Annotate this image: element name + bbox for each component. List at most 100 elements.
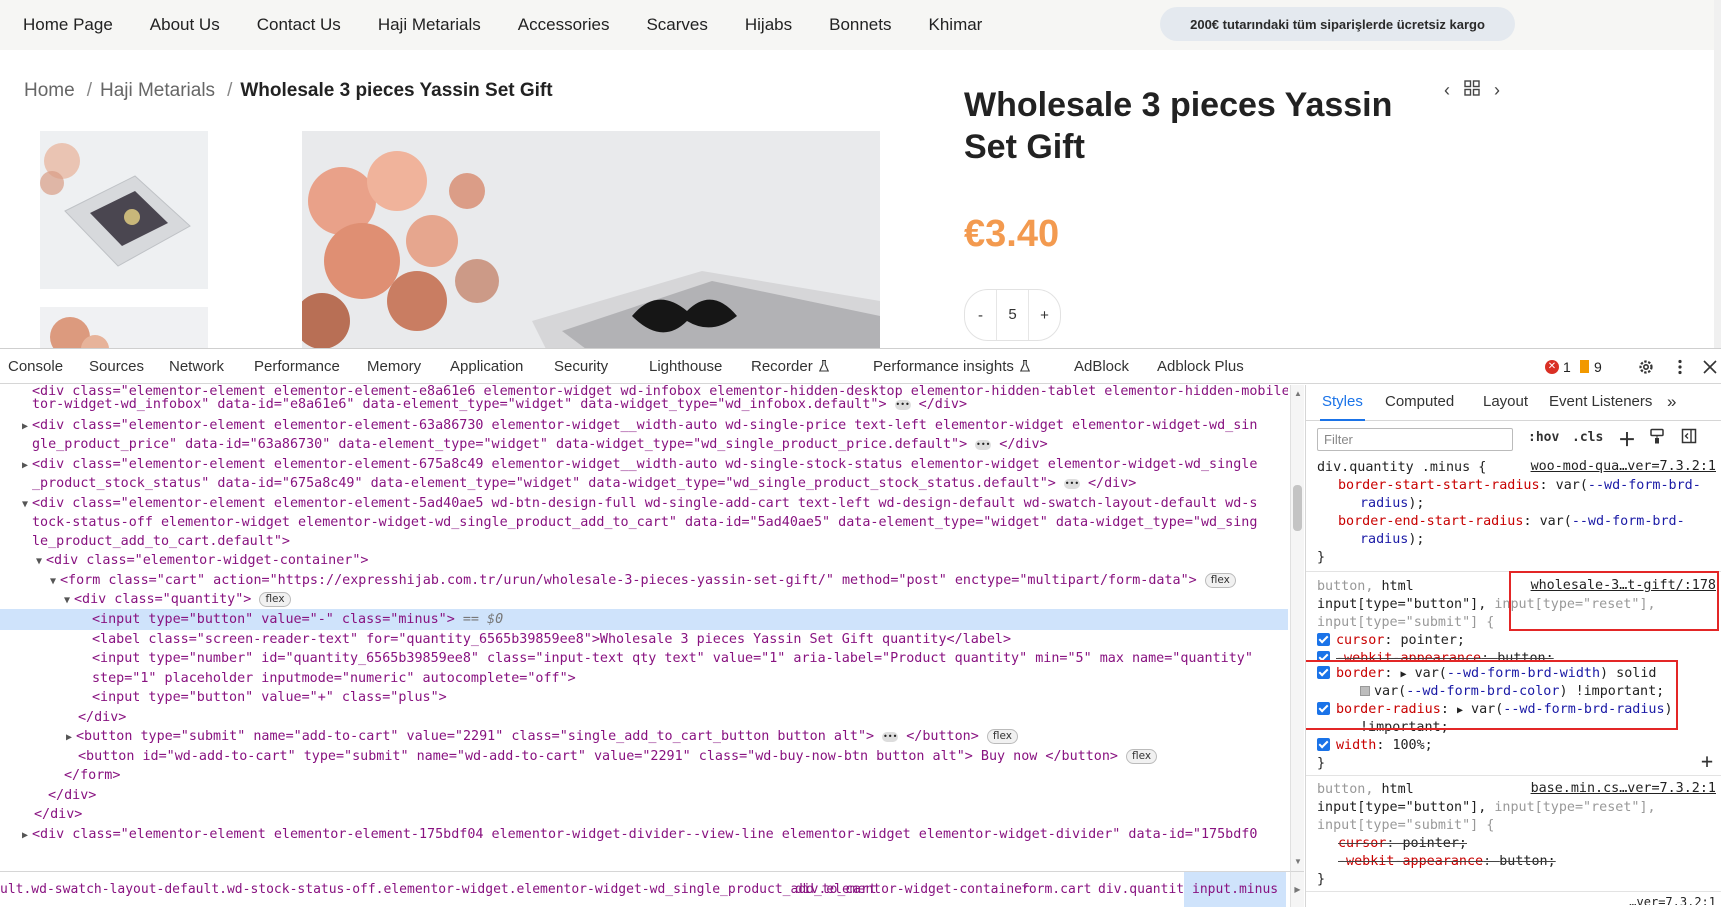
css-rule-selector[interactable]: input[type="button"], input[type="reset"…: [1317, 596, 1717, 614]
qty-plus-button[interactable]: +: [1029, 307, 1060, 324]
css-source-link[interactable]: woo-mod-qua…ver=7.3.2:1: [1531, 459, 1716, 474]
dom-node[interactable]: ▶ <div class="elementor-element elementor…: [22, 454, 1288, 475]
declaration-checkbox[interactable]: [1317, 702, 1330, 715]
ellipsis-badge[interactable]: •••: [894, 400, 911, 410]
tab-security[interactable]: Security: [554, 349, 608, 384]
page-scrollbar[interactable]: [1714, 0, 1721, 348]
tab-styles[interactable]: Styles: [1320, 385, 1365, 421]
tab-lighthouse[interactable]: Lighthouse: [649, 349, 722, 384]
css-source-link[interactable]: wholesale-3…t-gift/:178: [1531, 578, 1716, 593]
new-rule-icon[interactable]: ＋: [1618, 426, 1636, 452]
dom-node[interactable]: ▼ <form class="cart" action="https://expr…: [50, 570, 1288, 591]
css-declaration[interactable]: width: 100%;: [1317, 737, 1717, 755]
expand-triangle-icon[interactable]: ▶: [22, 825, 32, 845]
dom-node-selected[interactable]: <input type="button" value="-" class="mi…: [0, 609, 1288, 630]
collapse-triangle-icon[interactable]: ▼: [36, 551, 46, 571]
class-toggle[interactable]: .cls: [1572, 430, 1603, 445]
tab-computed[interactable]: Computed: [1385, 385, 1454, 421]
nav-hijabs[interactable]: Hijabs: [745, 15, 792, 35]
css-source-link[interactable]: …ver=7.3.2:1: [1629, 895, 1716, 905]
css-source-link[interactable]: base.min.cs…ver=7.3.2:1: [1531, 781, 1716, 796]
nav-khimar[interactable]: Khimar: [929, 15, 983, 35]
dom-node[interactable]: ▶ <div class="elementor-element elementor…: [22, 824, 1288, 845]
tab-console[interactable]: Console: [8, 349, 63, 384]
dom-node[interactable]: </form>: [64, 765, 1288, 786]
ellipsis-badge[interactable]: •••: [975, 440, 992, 450]
settings-button[interactable]: [1637, 349, 1655, 384]
dom-node[interactable]: ▶ <div class="elementor-element elementor…: [22, 415, 1288, 436]
qty-minus-button[interactable]: -: [965, 307, 996, 324]
breadcrumb-home[interactable]: Home: [24, 80, 75, 101]
css-declaration-border[interactable]: border: ▶ var(--wd-form-brd-width) solid: [1317, 665, 1717, 683]
flex-badge[interactable]: flex: [986, 729, 1018, 744]
expand-triangle-icon[interactable]: ▶: [22, 455, 32, 475]
toggle-sidebar-icon[interactable]: [1681, 428, 1697, 448]
tab-performance-insights[interactable]: Performance insights: [873, 349, 1030, 384]
nav-home[interactable]: Home Page: [23, 15, 113, 35]
nav-contact[interactable]: Contact Us: [257, 15, 341, 35]
css-rule-selector[interactable]: input[type="submit"] {: [1317, 817, 1717, 835]
collapse-triangle-icon[interactable]: ▼: [22, 494, 32, 514]
dom-crumb-active[interactable]: input.minus: [1184, 872, 1287, 907]
error-counter[interactable]: ✕ 1: [1545, 349, 1571, 384]
dom-node[interactable]: ▶ <button type="submit" name="add-to-cart…: [66, 726, 1288, 747]
product-thumbnail[interactable]: [40, 307, 208, 348]
tab-memory[interactable]: Memory: [367, 349, 421, 384]
dom-node[interactable]: gle_product_price" data-id="63a86730" da…: [32, 434, 1288, 455]
add-declaration-icon[interactable]: +: [1701, 749, 1713, 773]
css-declaration-overridden[interactable]: cursor: pointer;: [1338, 835, 1721, 853]
warning-counter[interactable]: 9: [1580, 349, 1602, 384]
dom-node[interactable]: <input type="button" value="+" class="pl…: [92, 687, 1288, 708]
dom-node[interactable]: </div>: [34, 804, 1288, 825]
declaration-checkbox[interactable]: [1317, 738, 1330, 751]
grid-icon[interactable]: [1464, 80, 1480, 101]
expand-triangle-icon[interactable]: ▶: [66, 727, 76, 747]
close-devtools-button[interactable]: [1703, 349, 1717, 384]
paint-icon[interactable]: [1649, 428, 1665, 448]
ellipsis-badge[interactable]: •••: [1063, 479, 1080, 489]
dom-node[interactable]: step="1" placeholder inputmode="numeric"…: [92, 668, 1288, 689]
dom-crumb[interactable]: ult.wd-swatch-layout-default.wd-stock-st…: [0, 872, 877, 907]
nav-haji-materials[interactable]: Haji Metarials: [378, 15, 481, 35]
declaration-checkbox[interactable]: [1317, 633, 1330, 646]
collapse-triangle-icon[interactable]: ▼: [64, 590, 74, 610]
product-thumbnail[interactable]: [40, 131, 208, 289]
more-tabs-icon[interactable]: »: [1667, 385, 1676, 421]
flex-badge[interactable]: flex: [1204, 573, 1236, 588]
nav-about[interactable]: About Us: [150, 15, 220, 35]
css-declaration-overridden[interactable]: -webkit-appearance: button;: [1338, 853, 1721, 871]
css-declaration[interactable]: cursor: pointer;: [1317, 632, 1717, 650]
expand-triangle-icon[interactable]: ▶: [22, 416, 32, 436]
tab-adblock[interactable]: AdBlock: [1074, 349, 1129, 384]
tab-adblock-plus[interactable]: Adblock Plus: [1157, 349, 1244, 384]
dom-node[interactable]: <input type="number" id="quantity_6565b3…: [92, 648, 1288, 669]
tab-network[interactable]: Network: [169, 349, 224, 384]
css-declaration-overridden[interactable]: -webkit-appearance: button;: [1317, 650, 1717, 660]
product-main-image[interactable]: [302, 131, 880, 348]
tab-performance[interactable]: Performance: [254, 349, 340, 384]
tab-application[interactable]: Application: [450, 349, 523, 384]
declaration-checkbox[interactable]: [1317, 666, 1330, 679]
css-rule-selector[interactable]: input[type="button"], input[type="reset"…: [1317, 799, 1717, 817]
nav-accessories[interactable]: Accessories: [518, 15, 610, 35]
more-options-button[interactable]: [1677, 349, 1683, 384]
breadcrumb-category[interactable]: Haji Metarials: [100, 80, 215, 101]
hover-state-toggle[interactable]: :hov: [1528, 430, 1559, 445]
nav-scarves[interactable]: Scarves: [646, 15, 707, 35]
tab-recorder[interactable]: Recorder: [751, 349, 829, 384]
styles-filter-input[interactable]: Filter: [1317, 428, 1513, 451]
css-declaration-border-radius[interactable]: border-radius: ▶ var(--wd-form-brd-radiu…: [1317, 701, 1717, 719]
dom-node[interactable]: le_product_add_to_cart.default">: [32, 531, 1288, 552]
tab-sources[interactable]: Sources: [89, 349, 144, 384]
dom-node[interactable]: <label class="screen-reader-text" for="q…: [92, 629, 1288, 650]
prev-product-icon[interactable]: ‹: [1444, 80, 1450, 101]
dom-node[interactable]: ▼ <div class="elementor-widget-container"…: [36, 550, 1288, 571]
scroll-down-icon[interactable]: ▼: [1294, 857, 1302, 866]
dom-node[interactable]: </div>: [48, 785, 1288, 806]
ellipsis-badge[interactable]: •••: [882, 732, 899, 742]
nav-bonnets[interactable]: Bonnets: [829, 15, 891, 35]
dom-crumb[interactable]: form.cart: [1021, 872, 1091, 907]
css-rule-selector[interactable]: input[type="submit"] {: [1317, 614, 1717, 632]
flex-badge[interactable]: flex: [1126, 749, 1158, 764]
tab-layout[interactable]: Layout: [1483, 385, 1528, 421]
